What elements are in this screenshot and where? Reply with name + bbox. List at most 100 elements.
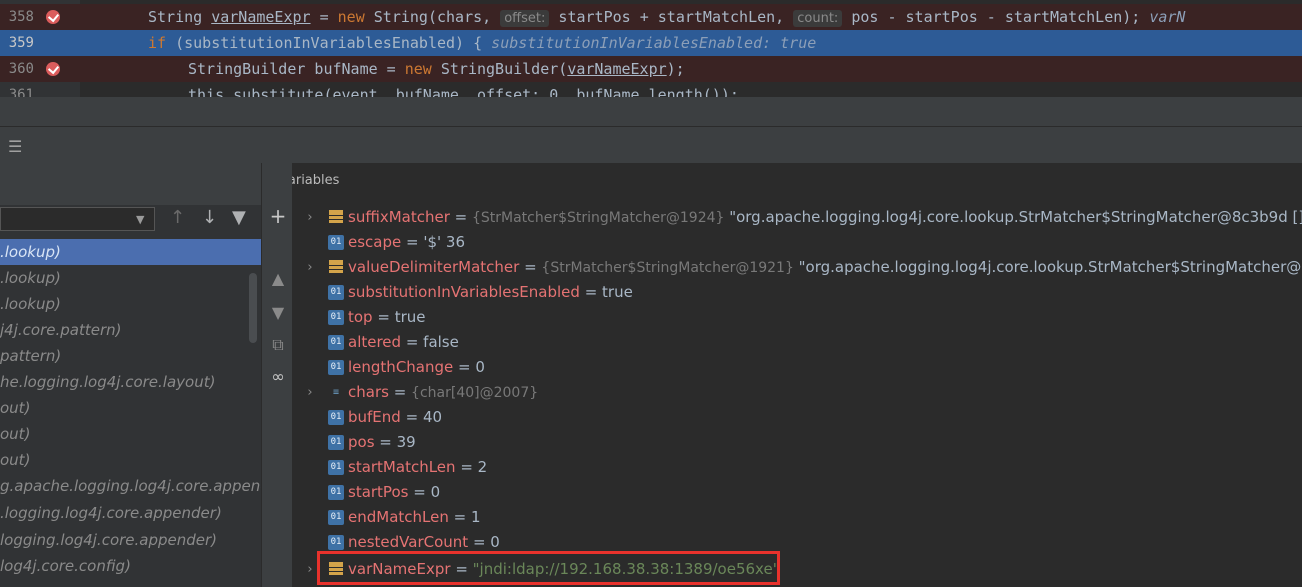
primitive-icon: 01 bbox=[328, 235, 344, 250]
param-hint: offset: bbox=[500, 10, 550, 27]
frames-panel: ▼ ↑ ↓ ▼ .lookup) .lookup) .lookup) j4j.c… bbox=[0, 163, 262, 587]
variable-row[interactable]: 01 top = true bbox=[292, 305, 1302, 330]
code-line-360[interactable]: 360 StringBuilder bufName = new StringBu… bbox=[0, 56, 1302, 82]
variable-name: lengthChange bbox=[348, 358, 454, 376]
variable-value: '$' 36 bbox=[423, 233, 465, 251]
line-number: 361 bbox=[8, 87, 34, 97]
primitive-icon: 01 bbox=[328, 510, 344, 525]
variable-name: nestedVarCount bbox=[348, 533, 469, 551]
array-icon: ≡ bbox=[332, 387, 340, 398]
frame-item[interactable]: .lookup) bbox=[0, 265, 261, 291]
frame-item[interactable]: log4j.core.config) bbox=[0, 553, 261, 579]
add-watch-icon[interactable]: + bbox=[268, 206, 288, 226]
code-line-359-current[interactable]: 359 if (substitutionInVariablesEnabled) … bbox=[0, 30, 1302, 56]
primitive-icon: 01 bbox=[328, 435, 344, 450]
primitive-icon: 01 bbox=[328, 285, 344, 300]
variable-name: endMatchLen bbox=[348, 508, 449, 526]
variable-value: 0 bbox=[475, 358, 485, 376]
code-text: StringBuilder bufName = new StringBuilde… bbox=[188, 60, 685, 78]
breakpoint-icon[interactable] bbox=[46, 10, 60, 24]
line-number: 359 bbox=[8, 35, 34, 51]
expand-icon[interactable]: › bbox=[304, 380, 316, 405]
expand-icon[interactable]: › bbox=[304, 255, 316, 280]
frame-item[interactable]: out) bbox=[0, 421, 261, 447]
frame-item[interactable]: out) bbox=[0, 447, 261, 473]
variable-type: {StrMatcher$StringMatcher@1921} bbox=[541, 260, 794, 276]
filter-icon[interactable]: ▼ bbox=[232, 207, 246, 228]
variable-name: escape bbox=[348, 233, 402, 251]
frame-item[interactable]: logging.log4j.core.appender) bbox=[0, 527, 261, 553]
variable-value: 2 bbox=[477, 458, 488, 476]
copy-icon[interactable]: ⧉ bbox=[268, 335, 288, 355]
variable-row[interactable]: 01 endMatchLen = 1 bbox=[292, 505, 1302, 530]
variable-name: substitutionInVariablesEnabled bbox=[348, 283, 580, 301]
frame-item[interactable]: j4j.core.pattern) bbox=[0, 317, 261, 343]
variable-row[interactable]: 01 bufEnd = 40 bbox=[292, 405, 1302, 430]
variable-type: {char[40]@2007} bbox=[411, 385, 539, 401]
expand-icon[interactable]: › bbox=[304, 205, 316, 230]
variable-row[interactable]: 01 escape = '$' 36 bbox=[292, 230, 1302, 255]
variable-name: chars bbox=[348, 383, 389, 401]
variable-row[interactable]: 01 lengthChange = 0 bbox=[292, 355, 1302, 380]
variable-value: 1 bbox=[470, 508, 481, 526]
line-number: 360 bbox=[8, 61, 34, 77]
variable-row[interactable]: 01 startMatchLen = 2 bbox=[292, 455, 1302, 480]
frame-item[interactable]: out) bbox=[0, 395, 261, 421]
frame-item[interactable]: g.apache.logging.log4j.core.appender bbox=[0, 473, 261, 499]
expand-icon[interactable]: › bbox=[304, 557, 316, 582]
variable-row[interactable]: › ≡ chars = {char[40]@2007} bbox=[292, 380, 1302, 405]
code-line-358[interactable]: 358 String varNameExpr = new String(char… bbox=[0, 4, 1302, 30]
variable-name: startMatchLen bbox=[348, 458, 456, 476]
variables-side-toolbar: + ▲ ▼ ⧉ ∞ bbox=[262, 163, 292, 587]
variable-value: 0 bbox=[430, 483, 441, 501]
variable-value: "org.apache.logging.log4j.core.lookup.St… bbox=[793, 258, 1302, 276]
thread-selector[interactable] bbox=[0, 207, 155, 231]
glasses-icon[interactable]: ∞ bbox=[268, 367, 288, 387]
variable-value: 40 bbox=[422, 408, 443, 426]
highlight-annotation-box bbox=[317, 551, 780, 585]
chevron-down-icon[interactable]: ▼ bbox=[136, 213, 144, 226]
object-icon bbox=[328, 210, 344, 225]
variable-row[interactable]: › valueDelimiterMatcher = {StrMatcher$Str… bbox=[292, 255, 1302, 280]
arrow-up-icon[interactable]: ↑ bbox=[170, 207, 185, 228]
code-line-361[interactable]: 361 this.substitute(event, bufName, offs… bbox=[0, 82, 1302, 97]
arrow-down-icon[interactable]: ↓ bbox=[202, 207, 217, 228]
primitive-icon: 01 bbox=[328, 335, 344, 350]
frame-item[interactable]: .logging.log4j.core.appender) bbox=[0, 500, 261, 526]
primitive-icon: 01 bbox=[328, 460, 344, 475]
param-hint: count: bbox=[793, 10, 843, 27]
frame-item[interactable]: .lookup) bbox=[0, 291, 261, 317]
variable-type: {StrMatcher$StringMatcher@1924} bbox=[471, 210, 725, 226]
variable-row[interactable]: 01 pos = 39 bbox=[292, 430, 1302, 455]
variables-panel: Variables ›suffixMatcher = {StrMatcher$S… bbox=[292, 163, 1302, 587]
variable-name: startPos bbox=[348, 483, 409, 501]
variable-row[interactable]: › suffixMatcher = {StrMatcher$StringMatch… bbox=[292, 205, 1302, 230]
variable-name: altered bbox=[348, 333, 402, 351]
primitive-icon: 01 bbox=[328, 360, 344, 375]
inline-value: substitutionInVariablesEnabled: true bbox=[491, 34, 817, 52]
frames-scrollbar[interactable] bbox=[249, 273, 257, 343]
variable-name: valueDelimiterMatcher bbox=[348, 258, 520, 276]
variable-row[interactable]: 01 startPos = 0 bbox=[292, 480, 1302, 505]
variable-value: 39 bbox=[396, 433, 416, 451]
variable-row[interactable]: 01 substitutionInVariablesEnabled = true bbox=[292, 280, 1302, 305]
code-text: if (substitutionInVariablesEnabled) { su… bbox=[148, 34, 817, 52]
variable-name: pos bbox=[348, 433, 375, 451]
variable-name: bufEnd bbox=[348, 408, 401, 426]
breakpoint-icon[interactable] bbox=[46, 62, 60, 76]
variable-name: top bbox=[348, 308, 373, 326]
primitive-icon: 01 bbox=[328, 535, 344, 550]
move-up-icon[interactable]: ▲ bbox=[268, 269, 288, 289]
variable-value: 0 bbox=[490, 533, 500, 551]
code-text: this.substitute(event, bufName, offset: … bbox=[188, 86, 739, 97]
frame-item[interactable]: .lookup) bbox=[0, 239, 261, 265]
frame-item[interactable]: he.logging.log4j.core.layout) bbox=[0, 369, 261, 395]
variable-value: "org.apache.logging.log4j.core.lookup.St… bbox=[724, 208, 1302, 226]
code-text: String varNameExpr = new String(chars, o… bbox=[148, 8, 1186, 27]
frame-item[interactable]: pattern) bbox=[0, 343, 261, 369]
code-editor[interactable]: 358 String varNameExpr = new String(char… bbox=[0, 0, 1302, 97]
variable-value: true bbox=[394, 308, 426, 326]
variable-row[interactable]: 01 altered = false bbox=[292, 330, 1302, 355]
layout-settings-icon[interactable]: ☰ bbox=[8, 137, 22, 156]
move-down-icon[interactable]: ▼ bbox=[268, 303, 288, 323]
